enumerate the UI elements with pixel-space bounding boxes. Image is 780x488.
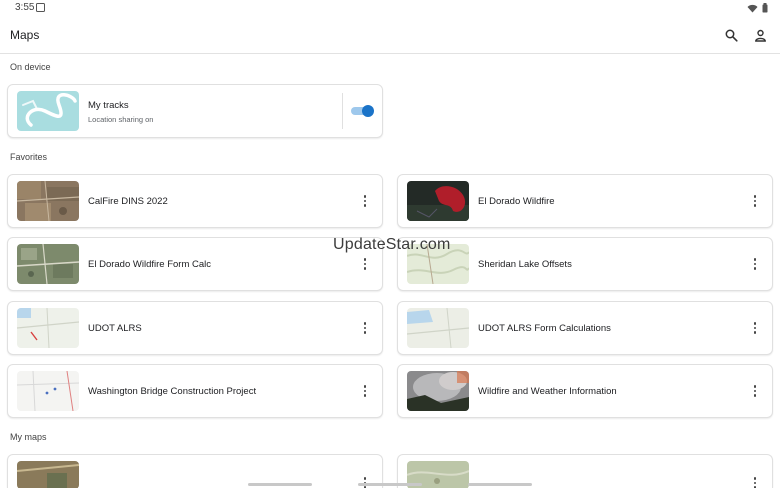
section-label-on-device: On device [10,62,51,72]
bottom-handle [468,483,532,486]
toggle-knob [362,105,374,117]
map-thumbnail [407,181,469,221]
account-icon [754,29,766,42]
map-card-partial[interactable] [397,454,773,488]
location-sharing-toggle[interactable] [351,105,374,117]
more-options-button[interactable] [358,475,372,488]
page-title: Maps [10,28,40,42]
map-card-wildfire-weather[interactable]: Wildfire and Weather Information [397,364,773,418]
wifi-icon [747,4,758,12]
map-card-el-dorado-form-calc[interactable]: El Dorado Wildfire Form Calc [7,237,383,291]
map-thumbnail [407,371,469,411]
my-tracks-title: My tracks [88,100,129,111]
map-thumbnail [17,461,79,488]
map-title: Wildfire and Weather Information [478,386,617,397]
watermark: UpdateStar.com [333,236,451,253]
more-options-button[interactable] [358,256,372,272]
location-sharing-status: Location sharing on [88,115,154,124]
search-icon [725,29,738,42]
map-card-sheridan-lake[interactable]: Sheridan Lake Offsets [397,237,773,291]
map-title: El Dorado Wildfire [478,196,555,207]
map-thumbnail [407,308,469,348]
status-icons [747,3,768,13]
status-bar: 3:55 [0,0,780,16]
map-title: Sheridan Lake Offsets [478,259,572,270]
search-button[interactable] [720,24,742,46]
map-card-calfire-dins[interactable]: CalFire DINS 2022 [7,174,383,228]
my-tracks-thumbnail [17,91,79,131]
more-options-button[interactable] [748,475,762,488]
more-options-button[interactable] [748,320,762,336]
account-button[interactable] [749,24,771,46]
map-thumbnail [17,308,79,348]
map-title: UDOT ALRS [88,323,142,334]
battery-icon [762,3,768,13]
section-label-my-maps: My maps [10,432,47,442]
section-label-favorites: Favorites [10,152,48,162]
map-thumbnail [17,244,79,284]
map-card-partial[interactable] [7,454,383,488]
map-title: El Dorado Wildfire Form Calc [88,259,211,270]
more-options-button[interactable] [748,256,762,272]
divider [342,93,343,129]
map-card-udot-alrs-form[interactable]: UDOT ALRS Form Calculations [397,301,773,355]
status-time: 3:55 [15,2,35,13]
more-options-button[interactable] [358,320,372,336]
map-card-washington-bridge[interactable]: Washington Bridge Construction Project [7,364,383,418]
map-title: CalFire DINS 2022 [88,196,168,207]
map-card-el-dorado-wildfire[interactable]: El Dorado Wildfire [397,174,773,228]
map-title: Washington Bridge Construction Project [88,386,257,397]
map-thumbnail [17,181,79,221]
more-options-button[interactable] [358,383,372,399]
notification-icon [36,3,45,12]
bottom-handle [248,483,312,486]
my-tracks-card[interactable]: My tracks Location sharing on [7,84,383,138]
app-bar: Maps [0,16,780,54]
map-title: UDOT ALRS Form Calculations [478,323,611,334]
map-thumbnail [17,371,79,411]
more-options-button[interactable] [748,383,762,399]
more-options-button[interactable] [358,193,372,209]
bottom-handle [358,483,422,486]
more-options-button[interactable] [748,193,762,209]
map-card-udot-alrs[interactable]: UDOT ALRS [7,301,383,355]
